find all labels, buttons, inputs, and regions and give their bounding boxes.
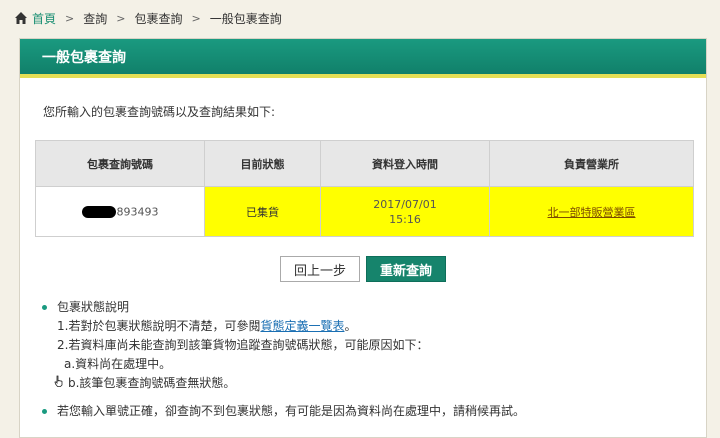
- table-row: 893493 已集貨 2017/07/01 15:16 北一部特販營業區: [35, 186, 694, 237]
- notes-bottom-item: 若您輸入單號正確，卻查詢不到包裹狀態，有可能是因為資料尚在處理中，請稍候再試。: [42, 402, 525, 421]
- bullet-icon: [42, 409, 47, 414]
- breadcrumb: 首頁 > 查詢 > 包裹查詢 > 一般包裹查詢: [14, 8, 282, 28]
- hand-cursor-icon: [54, 374, 66, 393]
- chevron-right-icon: >: [65, 11, 75, 25]
- login-date: 2017/07/01: [373, 197, 437, 211]
- package-number-cell: 893493: [35, 186, 205, 237]
- breadcrumb-package-query[interactable]: 包裹查詢: [134, 10, 182, 27]
- header-login-time: 資料登入時間: [320, 140, 490, 187]
- chevron-right-icon: >: [116, 11, 126, 25]
- status-definition-link[interactable]: 貨態定義一覽表: [260, 319, 344, 333]
- redaction-mark: [81, 205, 116, 218]
- login-time-cell: 2017/07/01 15:16: [320, 186, 490, 237]
- login-time: 15:16: [389, 212, 421, 226]
- status-cell: 已集貨: [204, 186, 321, 237]
- requery-button[interactable]: 重新查詢: [366, 256, 446, 282]
- result-table: 包裹查詢號碼 目前狀態 資料登入時間 負責營業所 893493 已集貨 2017…: [35, 140, 694, 237]
- breadcrumb-home-link[interactable]: 首頁: [32, 10, 56, 27]
- button-row: 回上一步 重新查詢: [20, 256, 706, 282]
- status-notes: 包裹狀態說明 1.若對於包裹狀態說明不清楚，可參閱貨態定義一覽表。 2.若資料庫…: [42, 298, 525, 421]
- note-line-a: a.資料尚在處理中。: [64, 357, 172, 371]
- header-status: 目前狀態: [204, 140, 321, 187]
- header-package-number: 包裹查詢號碼: [35, 140, 205, 187]
- note-line-1-suffix: 。: [344, 319, 357, 333]
- branch-link[interactable]: 北一部特販營業區: [548, 206, 636, 219]
- home-icon[interactable]: [14, 11, 28, 25]
- breadcrumb-query[interactable]: 查詢: [83, 10, 107, 27]
- notes-heading-item: 包裹狀態說明: [42, 298, 525, 317]
- table-header-row: 包裹查詢號碼 目前狀態 資料登入時間 負責營業所: [35, 140, 694, 187]
- note-line-1: 1.若對於包裹狀態說明不清楚，可參閱貨態定義一覽表。: [42, 317, 525, 336]
- breadcrumb-current: 一般包裹查詢: [209, 11, 282, 26]
- result-panel: 一般包裹查詢 您所輸入的包裹查詢號碼以及查詢結果如下: 包裹查詢號碼 目前狀態 …: [19, 38, 707, 438]
- chevron-right-icon: >: [191, 11, 201, 25]
- notes-heading: 包裹狀態說明: [57, 300, 130, 314]
- notes-bottom-text: 若您輸入單號正確，卻查詢不到包裹狀態，有可能是因為資料尚在處理中，請稍候再試。: [57, 404, 526, 418]
- bullet-icon: [42, 305, 47, 310]
- note-line-b: b.該筆包裹查詢號碼查無狀態。: [42, 374, 525, 393]
- note-line-2: 2.若資料庫尚未能查詢到該筆貨物追蹤查詢號碼狀態，可能原因如下：: [57, 338, 429, 352]
- panel-title: 一般包裹查詢: [20, 39, 706, 78]
- branch-cell: 北一部特販營業區: [489, 186, 694, 237]
- header-branch: 負責營業所: [489, 140, 694, 187]
- package-number-suffix: 893493: [116, 205, 159, 219]
- back-button[interactable]: 回上一步: [280, 256, 360, 282]
- note-line-1-text: 1.若對於包裹狀態說明不清楚，可參閱: [57, 319, 261, 333]
- note-line-b-text: b.該筆包裹查詢號碼查無狀態。: [68, 376, 236, 390]
- intro-text: 您所輸入的包裹查詢號碼以及查詢結果如下:: [43, 105, 276, 119]
